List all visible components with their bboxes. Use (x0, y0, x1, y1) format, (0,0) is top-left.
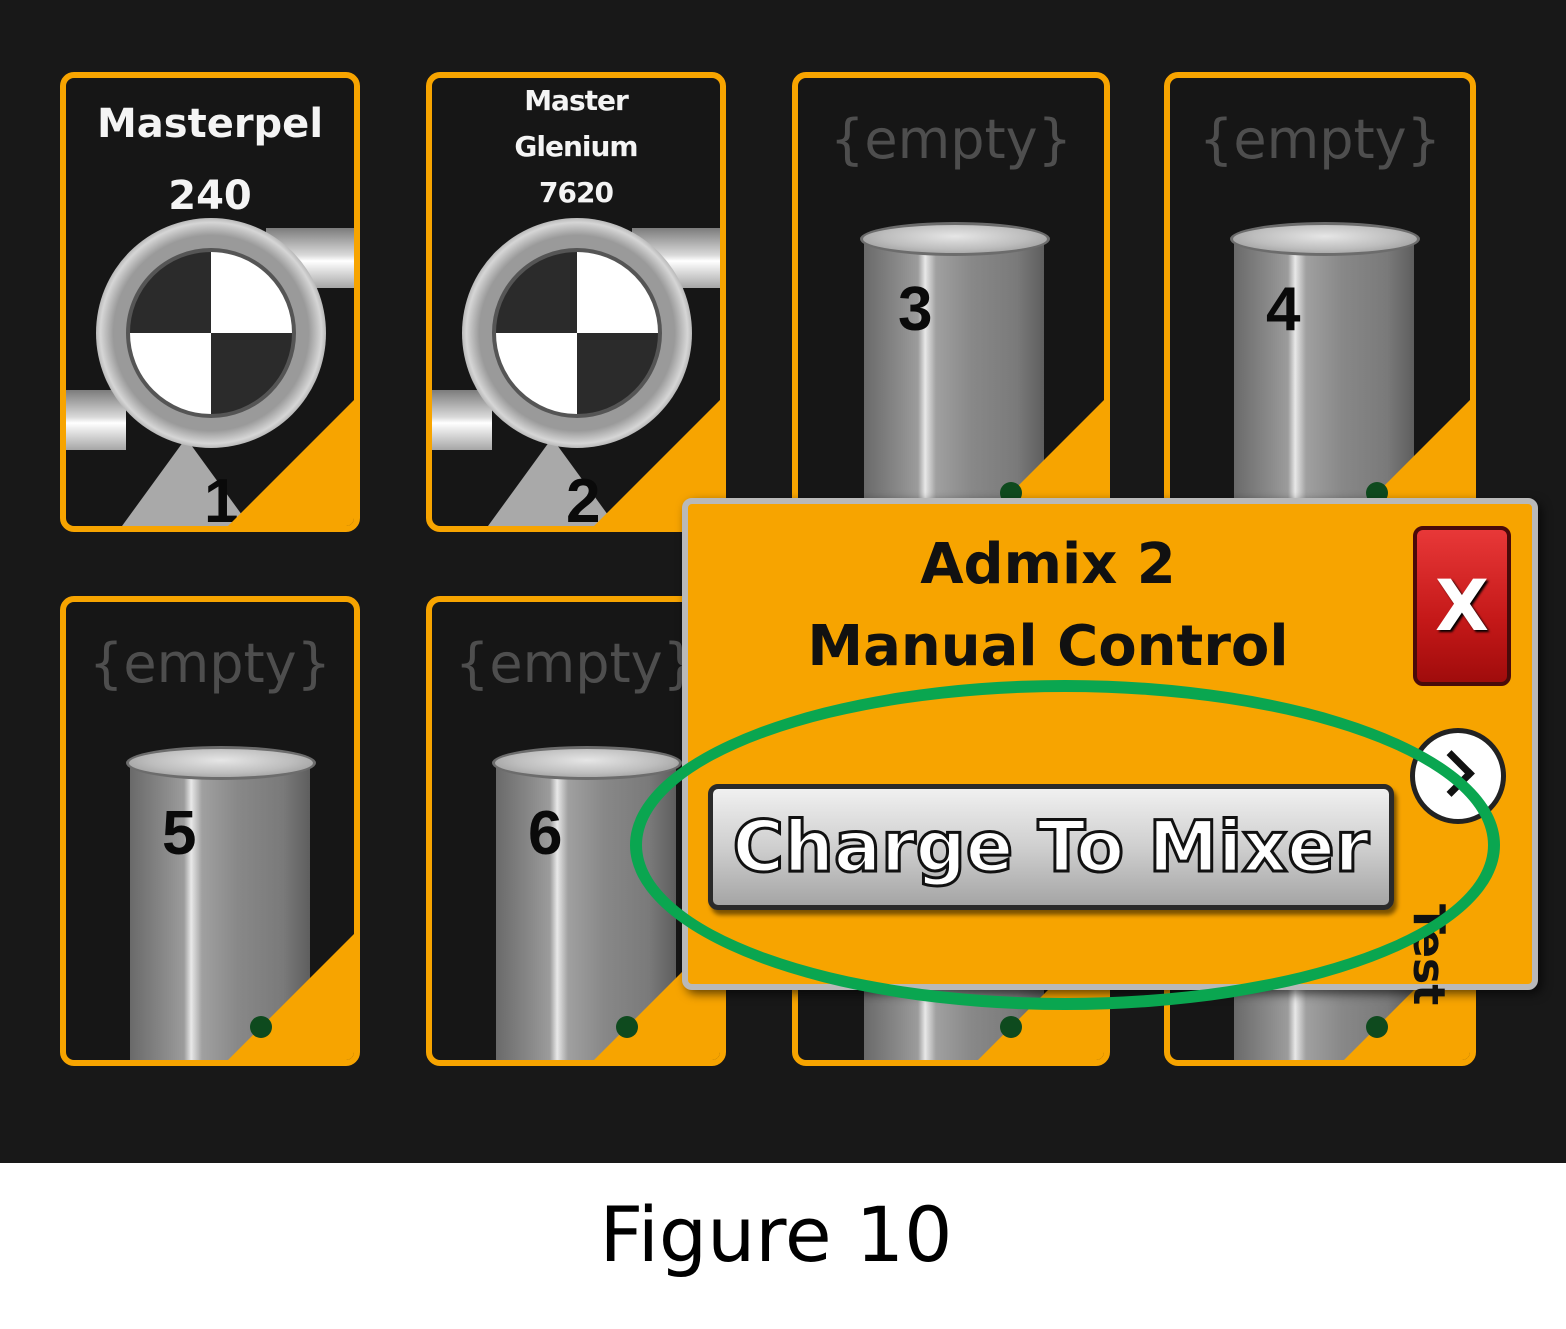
admix-tile-label: {empty} (455, 632, 697, 695)
admix-tile-number: 3 (898, 275, 933, 344)
close-button[interactable]: X (1413, 526, 1511, 686)
dialog-title-line2: Manual Control (807, 614, 1289, 679)
tank-lid (126, 746, 316, 780)
admix-tile-4[interactable]: {empty} 4 (1164, 72, 1476, 532)
tank-lid (1230, 222, 1420, 256)
admix-tile-5[interactable]: {empty} 5 (60, 596, 360, 1066)
admix-tile-label: Master Glenium 7620 (514, 84, 638, 209)
admix-tile-label: {empty} (830, 108, 1072, 171)
admix-tile-label: {empty} (89, 632, 331, 695)
status-indicator (250, 1016, 272, 1038)
admix-tile-2[interactable]: Master Glenium 7620 2 (426, 72, 726, 532)
admix-tile-label: Masterpel 240 (96, 101, 324, 219)
figure-caption: Figure 10 (599, 1190, 953, 1279)
admix-tile-1[interactable]: Masterpel 240 1 (60, 72, 360, 532)
admix-tile-3[interactable]: {empty} 3 (792, 72, 1110, 532)
admix-panel-screen: Masterpel 240 1 Master Glenium 7620 2 {e… (0, 0, 1566, 1163)
tile-corner (226, 398, 354, 526)
tile-corner (226, 932, 354, 1060)
dialog-title-line1: Admix 2 (920, 532, 1176, 597)
admix-tile-number: 5 (162, 799, 197, 868)
status-indicator (616, 1016, 638, 1038)
admix-tile-number: 4 (1266, 275, 1301, 344)
tank-lid (860, 222, 1050, 256)
status-indicator (1366, 1016, 1388, 1038)
tank-lid (492, 746, 682, 780)
highlight-ellipse (630, 680, 1500, 1010)
admix-tile-label: {empty} (1199, 108, 1441, 171)
admix-tile-number: 6 (528, 799, 563, 868)
status-indicator (1000, 1016, 1022, 1038)
